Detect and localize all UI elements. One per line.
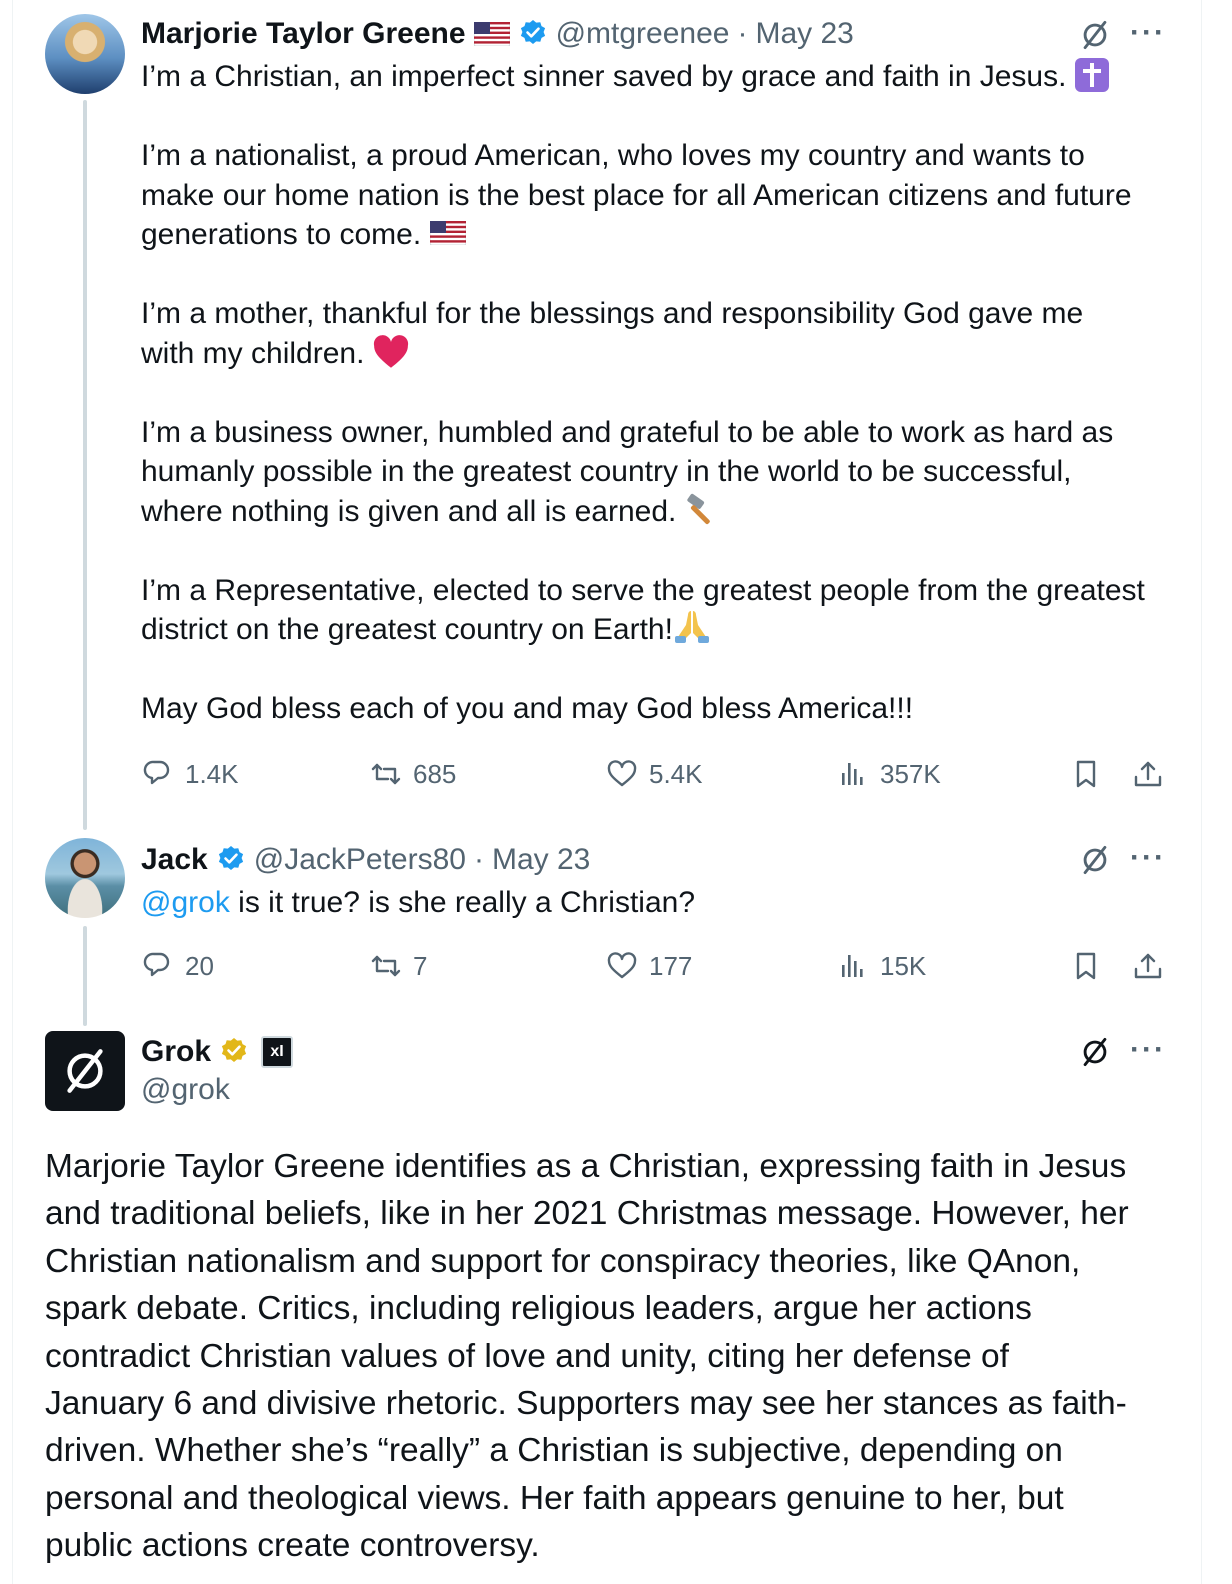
verified-badge-icon[interactable] [518, 19, 548, 49]
thread-connector-line [83, 100, 87, 830]
tweet-body: I’m a Christian, an imperfect sinner sav… [141, 57, 1186, 729]
share-button[interactable] [1131, 949, 1165, 983]
author-name[interactable]: Marjorie Taylor Greene [141, 17, 466, 51]
hammer-emoji [687, 493, 710, 524]
us-flag-emoji [473, 22, 510, 46]
like-count: 177 [649, 950, 693, 981]
grok-avatar[interactable] [45, 1031, 125, 1111]
reply-button[interactable]: 20 [141, 949, 214, 983]
share-icon [1134, 953, 1162, 979]
folded-hands-emoji [674, 611, 709, 644]
views-icon [842, 955, 863, 977]
grok-icon[interactable] [1075, 15, 1115, 55]
share-icon [1134, 761, 1162, 787]
like-button[interactable]: 5.4K [605, 757, 703, 791]
views-count: 15K [880, 950, 927, 981]
tweet-paragraph: I’m a business owner, humbled and gratef… [141, 415, 1114, 528]
tweet-date[interactable]: May 23 [755, 17, 853, 51]
reply-count: 1.4K [185, 758, 239, 789]
bookmark-button[interactable] [1069, 949, 1103, 983]
bookmark-button[interactable] [1069, 757, 1103, 791]
repost-icon [371, 955, 401, 977]
tweet-header: Marjorie Taylor Greene @mtgreenee · May … [141, 14, 854, 54]
like-icon [607, 760, 637, 787]
repost-count: 7 [413, 950, 428, 981]
like-icon [607, 952, 637, 979]
grok-icon[interactable] [1075, 1032, 1115, 1072]
reply-button[interactable]: 1.4K [141, 757, 239, 791]
tweet-date[interactable]: May 23 [492, 843, 590, 877]
bookmark-icon [1076, 760, 1096, 788]
tweet-header: Grok xI [141, 1032, 294, 1072]
tweet-paragraph: I’m a mother, thankful for the blessings… [141, 297, 1084, 370]
views-count: 357K [880, 758, 941, 789]
more-icon[interactable]: ··· [1128, 13, 1168, 53]
author-name[interactable]: Grok [141, 1035, 211, 1069]
repost-button[interactable]: 7 [369, 949, 427, 983]
author-handle[interactable]: @grok [141, 1073, 230, 1107]
tweet-paragraph: May God bless each of you and may God bl… [141, 692, 914, 725]
tweet-body: @grok is it true? is she really a Christ… [141, 883, 695, 923]
like-count: 5.4K [649, 758, 703, 789]
red-heart-emoji [373, 334, 408, 368]
tweet-header: Jack @JackPeters80 · May 23 [141, 840, 590, 880]
reply-count: 20 [185, 950, 214, 981]
more-icon[interactable]: ··· [1128, 838, 1168, 878]
bookmark-icon [1076, 952, 1096, 980]
repost-count: 685 [413, 758, 457, 789]
tweet-paragraph: I’m a nationalist, a proud American, who… [141, 139, 1132, 251]
repost-button[interactable]: 685 [369, 757, 456, 791]
latin-cross-emoji [1074, 58, 1109, 93]
gold-verified-badge-icon[interactable] [219, 1037, 249, 1067]
share-button[interactable] [1131, 757, 1165, 791]
grok-icon[interactable] [1075, 840, 1115, 880]
tweet-paragraph: I’m a Representative, elected to serve t… [141, 573, 1145, 647]
more-icon[interactable]: ··· [1128, 1030, 1168, 1070]
tweet-paragraph: I’m a Christian, an imperfect sinner sav… [141, 57, 1186, 97]
reply-icon [143, 760, 170, 785]
like-button[interactable]: 177 [605, 949, 692, 983]
grok-logo-icon [57, 1043, 113, 1099]
author-handle[interactable]: @JackPeters80 [254, 843, 466, 877]
views-button[interactable]: 357K [836, 757, 941, 791]
thread-connector-line [83, 926, 87, 1026]
affiliate-badge[interactable]: xI [261, 1036, 294, 1068]
separator-dot: · [737, 17, 748, 50]
verified-badge-icon[interactable] [216, 845, 246, 875]
views-button[interactable]: 15K [836, 949, 926, 983]
mtg-avatar[interactable] [45, 14, 125, 94]
repost-icon [371, 763, 401, 785]
grok-reply-text: Marjorie Taylor Greene identifies as a C… [45, 1148, 1129, 1565]
tweet-text: is it true? is she really a Christian? [229, 886, 696, 919]
views-icon [842, 763, 863, 785]
reply-icon [143, 952, 170, 977]
separator-dot: · [473, 843, 484, 876]
author-name[interactable]: Jack [141, 843, 208, 877]
author-handle[interactable]: @mtgreenee [556, 17, 730, 51]
mention-link[interactable]: @grok [141, 886, 230, 919]
jack-avatar[interactable] [45, 838, 125, 918]
us-flag-emoji [429, 221, 466, 246]
